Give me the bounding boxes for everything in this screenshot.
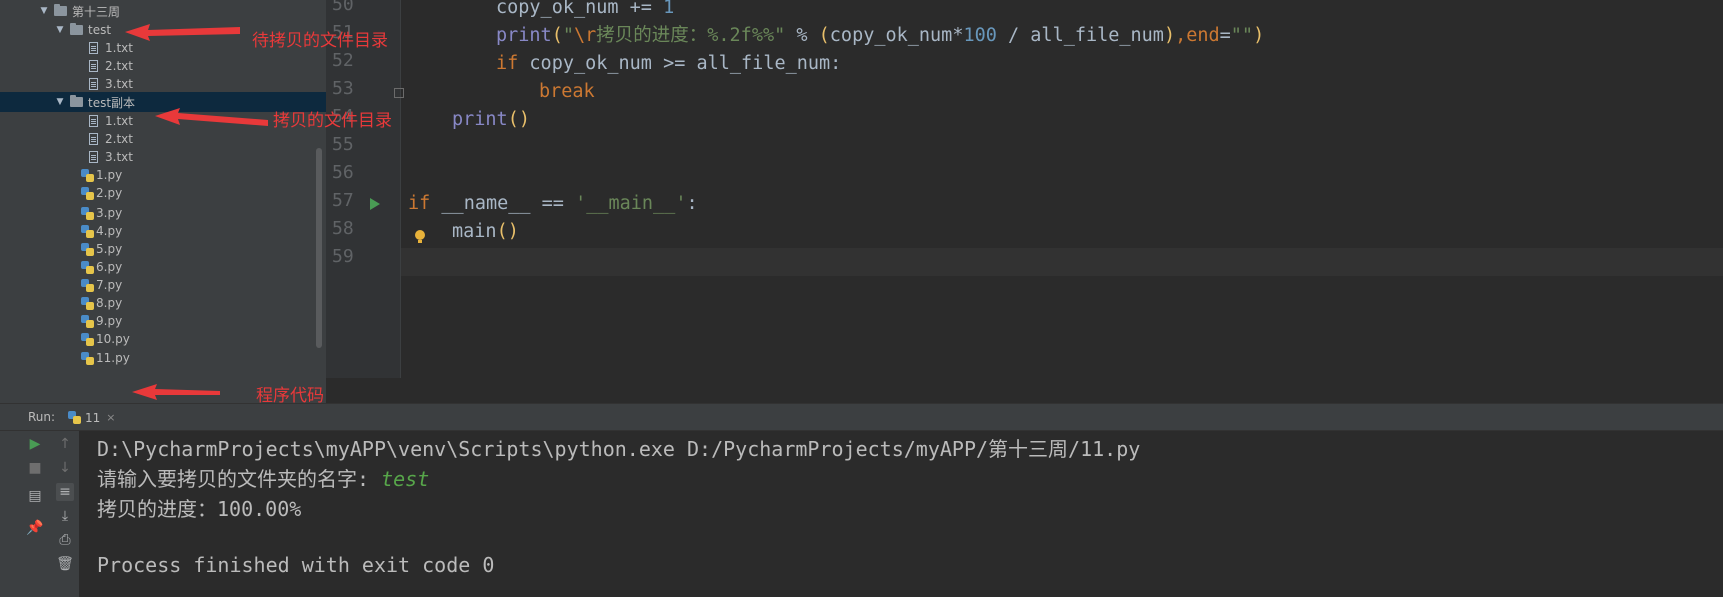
code-line-50: copy_ok_num += 1 <box>496 0 675 18</box>
code-line-51: print("\r拷贝的进度：%.2f%%" % (copy_ok_num*10… <box>496 25 1265 46</box>
annotation-arrows <box>125 24 268 400</box>
run-console[interactable]: D:\PycharmProjects\myAPP\venv\Scripts\py… <box>79 431 1723 597</box>
code-line-57: if __name__ == '__main__': <box>408 193 698 214</box>
code-line-52: if copy_ok_num >= all_file_num: <box>496 53 842 74</box>
run-toolbar: ▶ ↑ ■ ↓ ▤ ≡ ⤓ 📌 ⎙ 🗑 <box>0 431 79 597</box>
run-tool-window-header: Run: 11 × <box>0 403 1723 431</box>
code-line-53: break <box>539 81 595 102</box>
console-line: 拷贝的进度：100.00% <box>97 497 302 521</box>
stop-icon[interactable]: ■ <box>26 459 44 477</box>
scroll-to-end-icon[interactable]: ⤓ <box>56 507 74 525</box>
arrow-up-icon[interactable]: ↑ <box>56 435 74 453</box>
annotation-target-dir: 拷贝的文件目录 <box>273 111 392 131</box>
run-label: Run: <box>28 410 56 424</box>
arrow-down-icon[interactable]: ↓ <box>56 459 74 477</box>
code-line-58: main() <box>452 221 519 242</box>
console-line: Process finished with exit code 0 <box>97 553 495 577</box>
code-line-54: print() <box>452 109 530 130</box>
code-editor[interactable]: 50 51 52 53 54 55 56 57 58 59 copy_ok_nu… <box>326 0 1723 378</box>
current-line-highlight <box>326 248 1723 276</box>
print-icon[interactable]: ⎙ <box>56 531 74 549</box>
annotation-source-dir: 待拷贝的文件目录 <box>252 31 388 51</box>
trash-icon[interactable]: 🗑 <box>56 555 74 573</box>
python-run-icon <box>68 411 81 424</box>
console-line: 请输入要拷贝的文件夹的名字: test <box>97 467 430 491</box>
close-tab-icon[interactable]: × <box>106 411 115 424</box>
run-tab-label: 11 <box>85 410 101 425</box>
console-line: D:\PycharmProjects\myAPP\venv\Scripts\py… <box>97 437 1141 461</box>
pin-icon[interactable]: 📌 <box>26 519 44 537</box>
layout-icon[interactable]: ▤ <box>26 487 44 505</box>
soft-wrap-icon[interactable]: ≡ <box>56 483 74 501</box>
run-tab[interactable]: 11 × <box>68 404 116 431</box>
rerun-icon[interactable]: ▶ <box>26 435 44 453</box>
